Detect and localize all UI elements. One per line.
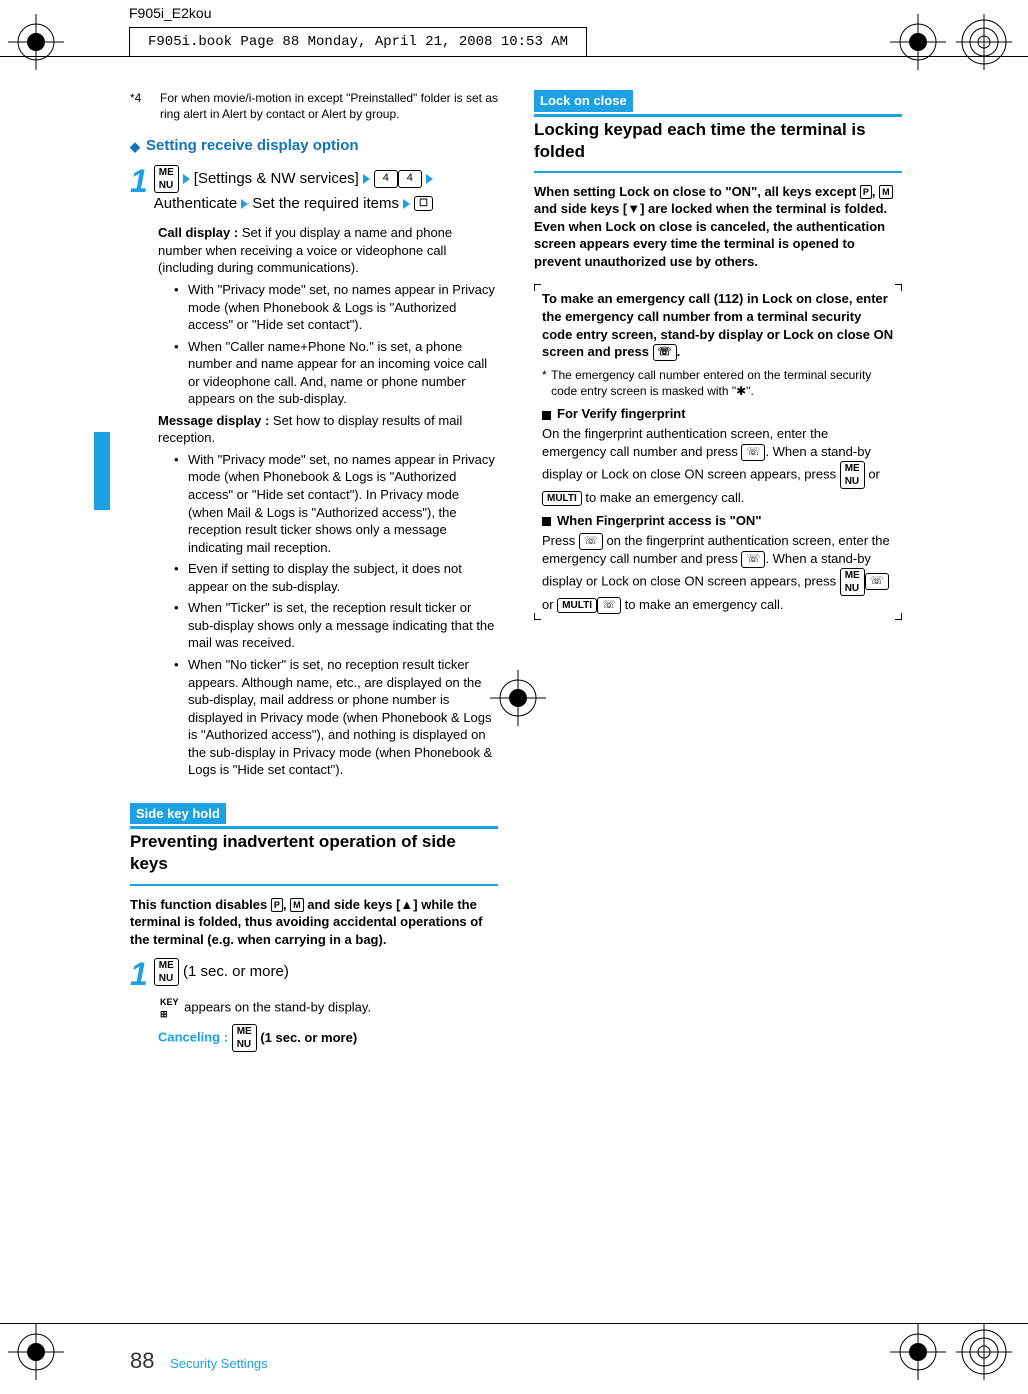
call-key-icon: ☏: [597, 597, 621, 614]
lock-heading: Locking keypad each time the terminal is…: [534, 119, 902, 173]
footnote-4: *4 For when movie/i-motion in except "Pr…: [130, 90, 498, 122]
p-key-icon: P: [271, 898, 283, 912]
crop-mark-top-left: [8, 14, 64, 70]
side-tab: [94, 432, 110, 510]
step-number-1: 1: [130, 958, 148, 990]
arrow-icon: [183, 174, 190, 184]
crop-mark-top-right: [890, 14, 946, 70]
list-item: With "Privacy mode" set, no names appear…: [174, 451, 498, 556]
section-receive-display: Setting receive display option: [130, 136, 498, 156]
corner-tr-icon: [895, 284, 902, 291]
call-key-icon: ☏: [653, 344, 677, 361]
emergency-note: *The emergency call number entered on th…: [542, 367, 894, 399]
verify-fp-block: For Verify fingerprint On the fingerprin…: [542, 405, 894, 506]
m-key-icon: M: [879, 185, 893, 199]
lock-chip: Lock on close: [534, 90, 633, 112]
canceling-line: Canceling : MENU (1 sec. or more): [158, 1024, 498, 1052]
section-name: Security Settings: [170, 1356, 268, 1371]
message-display-block: Message display : Set how to display res…: [158, 412, 498, 779]
key-4-icon: 4: [374, 170, 398, 188]
header-rule: [0, 56, 1028, 57]
sidekey-step-body: MENU (1 sec. or more): [154, 958, 289, 986]
sidekey-heading: Preventing inadvertent operation of side…: [130, 831, 498, 885]
book-info: F905i.book Page 88 Monday, April 21, 200…: [129, 27, 587, 57]
square-bullet-icon: [542, 411, 551, 420]
menu-key-icon: MENU: [840, 568, 865, 596]
list-item: When "Caller name+Phone No." is set, a p…: [174, 338, 498, 408]
menu-key-icon: MENU: [154, 165, 179, 193]
page-number: 88: [130, 1348, 154, 1373]
arrow-icon: [241, 199, 248, 209]
multi-key-icon: MULTI: [542, 491, 582, 506]
key-4-icon: 4: [398, 170, 422, 188]
corner-br-icon: [895, 613, 902, 620]
crop-mark-bottom-left: [8, 1324, 64, 1380]
menu-key-icon: MENU: [840, 461, 865, 489]
list-item: When "No ticker" is set, no reception re…: [174, 656, 498, 779]
book-key-icon: ☐: [414, 196, 433, 211]
call-key-icon: ☏: [741, 551, 765, 568]
list-item: With "Privacy mode" set, no names appear…: [174, 281, 498, 334]
step-1-body: MENU[Settings & NW services]44Authentica…: [154, 165, 498, 215]
sidekey-intro: This function disables P, M and side key…: [130, 896, 498, 949]
corner-bl-icon: [534, 613, 541, 620]
step-number-1: 1: [130, 165, 148, 197]
call-display-block: Call display : Set if you display a name…: [158, 224, 498, 407]
file-name: F905i_E2kou: [129, 5, 587, 21]
key-indicator-icon: KEY⊞: [158, 996, 181, 1020]
arrow-icon: [363, 174, 370, 184]
arrow-icon: [426, 174, 433, 184]
crop-mark-bottom-right: [890, 1324, 946, 1380]
menu-key-icon: MENU: [154, 958, 179, 986]
p-key-icon: P: [860, 185, 872, 199]
emergency-text: To make an emergency call (112) in Lock …: [542, 290, 894, 361]
emergency-box: To make an emergency call (112) in Lock …: [534, 284, 902, 619]
square-bullet-icon: [542, 517, 551, 526]
list-item: When "Ticker" is set, the reception resu…: [174, 599, 498, 652]
footer-rule: [0, 1323, 1028, 1324]
spiral-top-right: [956, 14, 1012, 70]
teal-bar: [130, 826, 498, 829]
lock-intro: When setting Lock on close to "ON", all …: [534, 183, 902, 271]
m-key-icon: M: [290, 898, 304, 912]
multi-key-icon: MULTI: [557, 598, 597, 613]
call-key-icon: ☏: [579, 533, 603, 550]
page-footer: 88 Security Settings: [130, 1348, 268, 1374]
call-key-icon: ☏: [865, 573, 889, 590]
menu-key-icon: MENU: [232, 1024, 257, 1052]
sidekey-note: KEY⊞ appears on the stand-by display.: [158, 996, 498, 1020]
arrow-icon: [403, 199, 410, 209]
list-item: Even if setting to display the subject, …: [174, 560, 498, 595]
sidekey-chip: Side key hold: [130, 803, 226, 825]
fp-access-block: When Fingerprint access is "ON" Press ☏ …: [542, 512, 894, 614]
spiral-bottom-right: [956, 1324, 1012, 1380]
corner-tl-icon: [534, 284, 541, 291]
call-key-icon: ☏: [741, 444, 765, 461]
teal-bar: [534, 114, 902, 117]
